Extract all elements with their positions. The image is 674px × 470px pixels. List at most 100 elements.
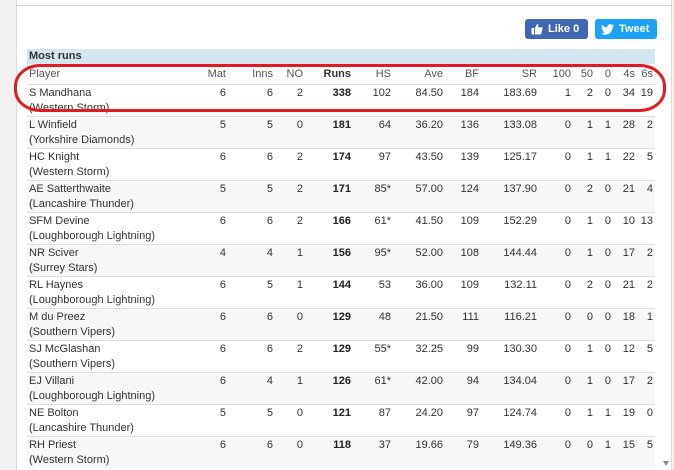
stat-hs: 95*	[374, 246, 391, 259]
player-team: (Lancashire Thunder)	[29, 197, 134, 210]
col-header-mat[interactable]: Mat	[192, 64, 228, 84]
stats-panel: Like 0 Tweet Most runs Player Mat Inns N…	[16, 0, 672, 470]
player-name-link[interactable]: SJ McGlashan	[29, 342, 190, 357]
stat-mat: 5	[219, 406, 226, 419]
stat-hs: 64	[378, 118, 391, 131]
stat-sixes: 2	[646, 118, 653, 131]
stat-ave: 42.00	[415, 374, 443, 387]
stat-bf: 124	[460, 182, 479, 195]
scroll-down-arrow-icon[interactable]	[663, 461, 669, 466]
player-name-link[interactable]: AE Satterthwaite	[29, 182, 190, 197]
stat-no: 2	[296, 150, 303, 163]
stat-ave: 41.50	[415, 214, 443, 227]
stat-ave: 21.50	[415, 310, 443, 323]
stat-sr: 124.74	[503, 406, 537, 419]
stat-hundreds: 0	[564, 182, 571, 195]
section-title: Most runs	[27, 49, 655, 64]
col-header-4s[interactable]: 4s	[613, 64, 637, 84]
player-team: (Loughborough Lightning)	[29, 293, 155, 306]
stat-mat: 6	[219, 278, 226, 291]
stat-sixes: 0	[646, 406, 653, 419]
stat-sr: 134.04	[503, 374, 537, 387]
stat-bf: 136	[460, 118, 479, 131]
player-team: (Western Storm)	[29, 165, 110, 178]
player-cell: M du Preez (Southern Vipers)	[27, 308, 192, 340]
player-name-link[interactable]: S Mandhana	[29, 86, 190, 101]
col-header-6s[interactable]: 6s	[637, 64, 655, 84]
stat-hs: 97	[378, 150, 391, 163]
stat-no: 1	[296, 278, 303, 291]
stat-mat: 6	[219, 374, 226, 387]
stat-inns: 4	[266, 374, 273, 387]
stat-sr: 130.30	[503, 342, 537, 355]
col-header-hs[interactable]: HS	[353, 64, 393, 84]
player-name-link[interactable]: EJ Villani	[29, 374, 190, 389]
table-row: NR Sciver (Surrey Stars) 4 4 1 156 95* 52.00 108…	[27, 244, 655, 276]
player-cell: NE Bolton (Lancashire Thunder)	[27, 404, 192, 436]
stat-hs: 48	[378, 310, 391, 323]
player-cell: L Winfield (Yorkshire Diamonds)	[27, 116, 192, 148]
player-team: (Western Storm)	[29, 101, 110, 114]
stat-sr: 183.69	[503, 86, 537, 99]
stat-ducks: 0	[604, 214, 611, 227]
twitter-bird-icon	[601, 23, 614, 35]
stat-sixes: 2	[646, 374, 653, 387]
stat-sixes: 2	[646, 246, 653, 259]
col-header-50[interactable]: 50	[573, 64, 595, 84]
player-name-link[interactable]: RH Priest	[29, 438, 190, 453]
stat-no: 2	[296, 214, 303, 227]
col-header-sr[interactable]: SR	[481, 64, 539, 84]
stat-mat: 5	[219, 118, 226, 131]
stat-ave: 36.20	[415, 118, 443, 131]
col-header-player[interactable]: Player	[27, 64, 192, 84]
stat-inns: 4	[266, 246, 273, 259]
thumbs-up-icon	[531, 23, 543, 35]
stat-ave: 84.50	[415, 86, 443, 99]
player-name-link[interactable]: RL Haynes	[29, 278, 190, 293]
stat-runs: 121	[332, 406, 351, 419]
stat-hs: 53	[378, 278, 391, 291]
col-header-runs[interactable]: Runs	[305, 64, 353, 84]
stat-inns: 5	[266, 406, 273, 419]
stat-fours: 10	[622, 214, 635, 227]
stat-mat: 6	[219, 310, 226, 323]
stat-hundreds: 1	[564, 86, 571, 99]
player-name-link[interactable]: NR Sciver	[29, 246, 190, 261]
stat-fifties: 1	[586, 214, 593, 227]
player-cell: AE Satterthwaite (Lancashire Thunder)	[27, 180, 192, 212]
tweet-button[interactable]: Tweet	[595, 19, 657, 39]
col-header-ave[interactable]: Ave	[393, 64, 445, 84]
player-name-link[interactable]: SFM Devine	[29, 214, 190, 229]
most-runs-section: Most runs Player Mat Inns NO Runs HS Ave…	[27, 49, 655, 468]
stat-fifties: 2	[586, 278, 593, 291]
stat-bf: 108	[460, 246, 479, 259]
stat-sr: 152.29	[503, 214, 537, 227]
player-team: (Yorkshire Diamonds)	[29, 133, 135, 146]
col-header-inns[interactable]: Inns	[228, 64, 275, 84]
col-header-100[interactable]: 100	[539, 64, 573, 84]
stat-ducks: 0	[604, 246, 611, 259]
stat-runs: 129	[332, 342, 351, 355]
stat-bf: 109	[460, 214, 479, 227]
player-name-link[interactable]: HC Knight	[29, 150, 190, 165]
stat-no: 0	[296, 406, 303, 419]
player-cell: SFM Devine (Loughborough Lightning)	[27, 212, 192, 244]
stat-ave: 24.20	[415, 406, 443, 419]
stat-sixes: 1	[646, 310, 653, 323]
col-header-no[interactable]: NO	[275, 64, 305, 84]
stat-runs: 126	[332, 374, 351, 387]
col-header-bf[interactable]: BF	[445, 64, 481, 84]
stat-ducks: 0	[604, 310, 611, 323]
facebook-like-button[interactable]: Like 0	[525, 19, 588, 39]
stat-ducks: 1	[604, 118, 611, 131]
stat-fours: 18	[622, 310, 635, 323]
player-name-link[interactable]: L Winfield	[29, 118, 190, 133]
stat-mat: 5	[219, 182, 226, 195]
stat-sixes: 5	[646, 150, 653, 163]
stat-bf: 109	[460, 278, 479, 291]
social-buttons: Like 0 Tweet	[525, 19, 657, 39]
player-name-link[interactable]: NE Bolton	[29, 406, 190, 421]
col-header-0[interactable]: 0	[595, 64, 613, 84]
player-name-link[interactable]: M du Preez	[29, 310, 190, 325]
stat-bf: 97	[466, 406, 479, 419]
